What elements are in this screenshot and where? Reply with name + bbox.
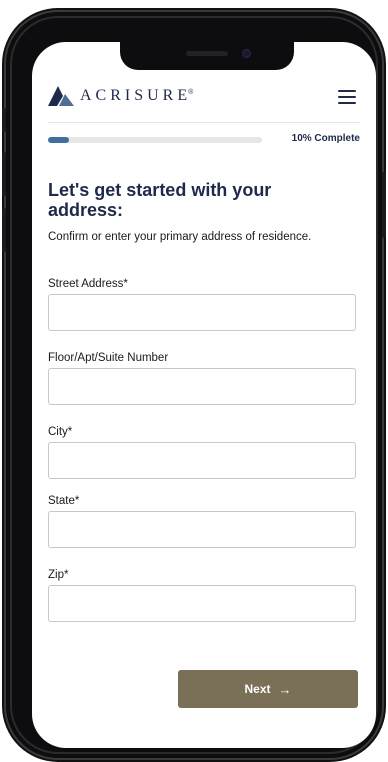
page-subtitle: Confirm or enter your primary address of… bbox=[48, 231, 312, 243]
street-address-label: Street Address* bbox=[48, 278, 128, 290]
next-button[interactable]: Next → bbox=[178, 670, 358, 708]
city-label: City* bbox=[48, 426, 73, 438]
menu-line bbox=[338, 96, 356, 98]
side-button-left-mid bbox=[2, 152, 6, 196]
side-button-right bbox=[382, 172, 386, 238]
phone-frame: ACRISURE ® 10% Complete Let's get starte… bbox=[2, 12, 386, 758]
screen: ACRISURE ® 10% Complete Let's get starte… bbox=[32, 42, 376, 748]
brand-name: ACRISURE bbox=[80, 87, 192, 104]
floor-apt-suite-input[interactable] bbox=[48, 368, 356, 405]
brand-registered-mark: ® bbox=[188, 88, 194, 96]
state-label: State* bbox=[48, 495, 80, 507]
state-input[interactable] bbox=[48, 511, 356, 548]
header-divider bbox=[48, 122, 360, 123]
app-header: ACRISURE ® bbox=[32, 84, 376, 118]
front-camera bbox=[242, 49, 251, 58]
side-button-left-bottom bbox=[2, 208, 6, 252]
acrisure-logo-icon bbox=[48, 86, 74, 106]
arrow-right-icon: → bbox=[278, 681, 292, 697]
next-button-label: Next bbox=[244, 682, 271, 696]
brand-logo[interactable]: ACRISURE ® bbox=[48, 86, 193, 106]
city-input[interactable] bbox=[48, 442, 356, 479]
hamburger-menu-icon[interactable] bbox=[338, 90, 356, 104]
zip-label: Zip* bbox=[48, 569, 69, 581]
progress-bar bbox=[48, 137, 262, 143]
menu-line bbox=[338, 102, 356, 104]
floor-apt-suite-label: Floor/Apt/Suite Number bbox=[48, 352, 169, 364]
progress-bar-fill bbox=[48, 137, 70, 143]
zip-input[interactable] bbox=[48, 585, 356, 622]
progress-label: 10% Complete bbox=[291, 133, 360, 144]
speaker-grille bbox=[186, 51, 228, 56]
street-address-input[interactable] bbox=[48, 294, 356, 331]
menu-line bbox=[338, 90, 356, 92]
side-button-left-top bbox=[2, 108, 6, 132]
notch bbox=[120, 40, 294, 70]
page-title: Let's get started with your address: bbox=[48, 180, 272, 220]
